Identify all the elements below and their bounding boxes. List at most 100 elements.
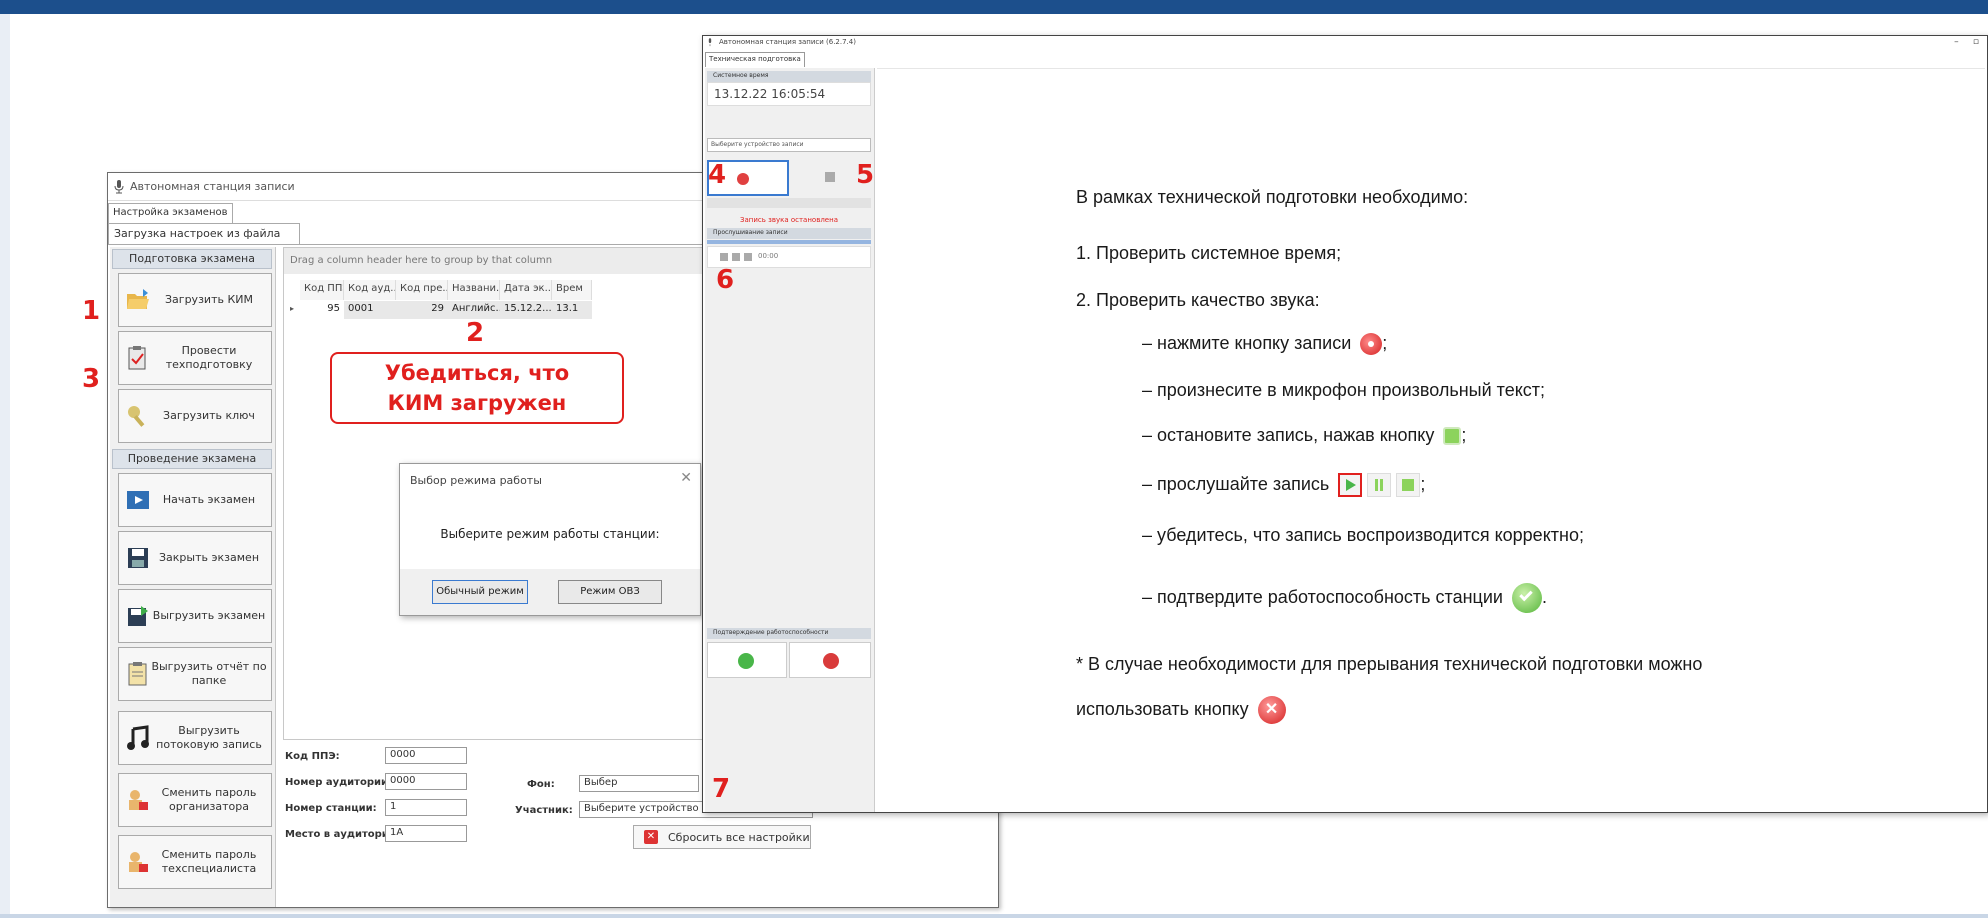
bullet-record: – нажмите кнопку записи ;: [1142, 333, 1387, 356]
auditorium-field[interactable]: 0000: [385, 773, 467, 790]
music-note-icon: [125, 725, 151, 751]
pause-icon[interactable]: [732, 253, 740, 261]
close-exam-label: Закрыть экзамен: [158, 551, 260, 564]
annotation-number: 2: [466, 318, 485, 348]
abort-button[interactable]: [789, 642, 871, 678]
table-cell[interactable]: 29: [396, 301, 448, 319]
save-disk-icon: [125, 545, 151, 571]
play-icon[interactable]: [720, 253, 728, 261]
unload-exam-button[interactable]: Выгрузить экзамен: [118, 589, 272, 643]
tab-exam-settings[interactable]: Настройка экзаменов: [108, 203, 233, 223]
section-prep-header: Подготовка экзамена: [112, 249, 272, 269]
step-1: 1. Проверить системное время;: [1076, 243, 1342, 263]
annotation-number: 3: [82, 364, 101, 394]
dialog-message: Выберите режим работы станции:: [440, 527, 660, 541]
column-header[interactable]: Названи...: [448, 280, 500, 300]
station-number-field[interactable]: 1: [385, 799, 467, 816]
play-icon: [1338, 473, 1363, 497]
stop-icon[interactable]: [744, 253, 752, 261]
window-title: Автономная станция записи: [130, 180, 295, 193]
reset-settings-button[interactable]: ✕ Сбросить все настройки: [633, 825, 811, 849]
check-icon: [738, 653, 754, 669]
change-org-password-button[interactable]: Сменить пароль организатора: [118, 773, 272, 827]
playback-header: Прослушивание записи: [707, 228, 871, 239]
bullet-record-text: – нажмите кнопку записи: [1142, 333, 1352, 353]
window-title: Автономная станция записи (6.2.7.4): [703, 36, 1987, 50]
start-exam-button[interactable]: Начать экзамен: [118, 473, 272, 527]
change-tech-password-button[interactable]: Сменить пароль техспециалиста: [118, 835, 272, 889]
column-header[interactable]: Код ППЭ: [300, 280, 344, 300]
bullet-stop-end: ;: [1461, 425, 1467, 445]
bullet-listen-text: – прослушайте запись: [1142, 473, 1330, 494]
seat-label: Место в аудитории:: [285, 829, 400, 840]
table-cell[interactable]: 0001: [344, 301, 396, 319]
column-header[interactable]: Дата эк...: [500, 280, 552, 300]
lock-user-icon: [125, 787, 151, 813]
annotation-number: 1: [82, 296, 101, 326]
note-line-2-text: использовать кнопку: [1076, 698, 1249, 719]
unload-report-button[interactable]: Выгрузить отчёт по папке: [118, 647, 272, 701]
seat-field[interactable]: 1A: [385, 825, 467, 842]
unload-stream-label: Выгрузить потоковую запись: [156, 724, 262, 751]
minimize-icon[interactable]: –: [1954, 37, 1959, 47]
close-icon[interactable]: ✕: [680, 470, 692, 486]
table-cell[interactable]: Английс...: [448, 301, 500, 319]
row-indicator-icon: ▸: [290, 304, 295, 313]
stop-icon: [1396, 473, 1421, 497]
change-tech-password-label: Сменить пароль техспециалиста: [161, 848, 257, 875]
tech-prep-button[interactable]: Провести техподготовку: [118, 331, 272, 385]
unload-stream-button[interactable]: Выгрузить потоковую запись: [118, 711, 272, 765]
mode-dialog: Выбор режима работы ✕ Выберите режим раб…: [399, 463, 701, 616]
folder-icon: [125, 287, 151, 313]
column-header[interactable]: Код пре...: [396, 280, 448, 300]
kim-loaded-callout: Убедиться, что КИМ загружен: [330, 352, 624, 424]
report-clipboard-icon: [125, 661, 151, 687]
play-time: 00:00: [758, 252, 779, 260]
bullet-confirm-text: – подтвердите работоспособность станции: [1142, 586, 1503, 607]
column-header[interactable]: Код ауд...: [344, 280, 396, 300]
ppe-code-label: Код ППЭ:: [285, 751, 340, 762]
cancel-icon: [823, 653, 839, 669]
tab-tech-prep[interactable]: Техническая подготовка: [705, 52, 805, 67]
table-cell[interactable]: 15.12.2...: [500, 301, 552, 319]
column-header[interactable]: Врем: [552, 280, 592, 300]
normal-mode-button[interactable]: Обычный режим: [432, 580, 528, 604]
note-line-1: * В случае необходимости для прерывания …: [1076, 654, 1703, 674]
window-controls: – ▫: [1954, 37, 1979, 47]
close-red-icon: ✕: [644, 830, 658, 844]
stop-green-icon: [1443, 427, 1462, 446]
bullet-stop-text: – остановите запись, нажав кнопку: [1142, 425, 1435, 445]
bullet-listen-end: ;: [1420, 473, 1426, 494]
control-panel: Системное время 13.12.22 16:05:54 Выбери…: [705, 68, 875, 812]
background-select[interactable]: Выбер: [579, 775, 699, 792]
load-key-label: Загрузить ключ: [163, 409, 255, 422]
change-org-password-label: Сменить пароль организатора: [161, 786, 257, 813]
cancel-icon: ✕: [1257, 696, 1286, 724]
slide-left-strip: [0, 14, 10, 918]
load-kim-button[interactable]: Загрузить КИМ: [118, 273, 272, 327]
participant-label: Участник:: [515, 805, 573, 816]
sys-time-header: Системное время: [707, 71, 871, 82]
table-cell[interactable]: 13.1: [552, 301, 592, 319]
ppe-code-field[interactable]: 0000: [385, 747, 467, 764]
close-exam-button[interactable]: Закрыть экзамен: [118, 531, 272, 585]
dialog-footer: Обычный режим Режим ОВЗ: [400, 569, 700, 615]
playback-progress[interactable]: [707, 240, 871, 244]
start-exam-label: Начать экзамен: [162, 493, 256, 506]
level-meter: [707, 198, 871, 208]
top-divider: [877, 68, 1985, 69]
slide-top-bar: [0, 0, 1988, 14]
key-icon: [125, 403, 151, 429]
table-cell[interactable]: 95: [300, 301, 344, 319]
tab-load-settings[interactable]: Загрузка настроек из файла: [108, 223, 300, 245]
confirm-button[interactable]: [707, 642, 787, 678]
ovz-mode-button[interactable]: Режим ОВЗ: [558, 580, 662, 604]
load-key-button[interactable]: Загрузить ключ: [118, 389, 272, 443]
background-label: Фон:: [527, 779, 555, 790]
check-icon: [1511, 583, 1542, 613]
restore-icon[interactable]: ▫: [1973, 37, 1979, 47]
dialog-title: Выбор режима работы: [410, 474, 542, 487]
play-film-icon: [125, 487, 151, 513]
intro-text: В рамках технической подготовки необходи…: [1076, 187, 1469, 207]
device-select[interactable]: Выберите устройство записи: [707, 138, 871, 152]
